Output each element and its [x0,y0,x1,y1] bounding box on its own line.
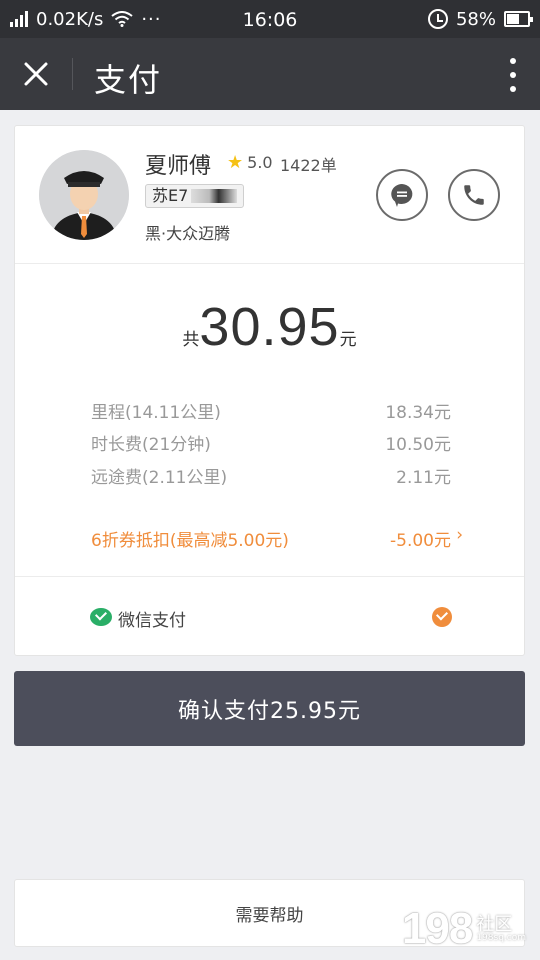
chevron-right-icon: › [456,525,463,545]
discount-value: -5.00元 [390,531,451,551]
coupon-discount-row[interactable]: 6折券抵扣(最高减5.00元) -5.00元 › [91,525,463,551]
more-menu-button[interactable] [508,58,518,92]
plate-mask [191,189,238,203]
star-icon: ★ [227,152,244,173]
driver-avatar [39,150,129,240]
watermark-logo: 198 社区 198sq.com [402,904,526,954]
driver-avatar-icon [39,150,129,240]
fee-item-long-distance: 远途费(2.11公里) 2.11元 [91,463,451,488]
total-amount: 30.95 [199,297,340,357]
fee-label: 里程(14.11公里) [91,403,221,423]
selected-check-icon[interactable] [432,607,452,627]
alarm-icon [427,9,448,29]
fee-label: 远途费(2.11公里) [91,468,228,488]
fee-item-duration: 时长费(21分钟) 10.50元 [91,430,451,455]
watermark-text: 社区 [476,913,513,935]
message-icon [391,184,413,207]
order-count: 1422单 [280,156,337,175]
total-fare: 共30.95元 [15,296,524,358]
fee-label: 时长费(21分钟) [91,435,211,455]
total-unit: 元 [339,330,357,350]
rating-value: 5.0 [247,153,273,172]
watermark-side: 社区 198sq.com [476,913,526,943]
close-button[interactable] [16,54,56,94]
battery-fill [507,14,519,24]
driver-rating: ★ 5.0 [227,152,273,173]
discount-label: 6折券抵扣(最高减5.00元) [91,531,289,551]
watermark-domain: 198sq.com [476,932,526,943]
more-vertical-icon [510,58,516,64]
wechat-pay-icon [90,608,112,626]
fee-item-distance: 里程(14.11公里) 18.34元 [91,398,451,423]
payment-card: 夏师傅 ★ 5.0 1422单 苏E7 黑·大众迈腾 共30.95元 里程(14… [14,125,525,656]
status-right: 58% [427,0,533,38]
license-plate: 苏E7 [145,184,245,208]
plate-text: 苏E7 [152,186,189,205]
payment-method-label: 微信支付 [118,611,186,631]
driver-info: 夏师傅 ★ 5.0 1422单 苏E7 黑·大众迈腾 [15,126,524,264]
driver-name: 夏师傅 [145,154,212,179]
battery-percent: 58% [455,8,496,30]
call-button[interactable] [448,169,500,221]
close-icon [24,62,48,86]
title-divider [72,58,73,90]
payment-method-row[interactable]: 微信支付 [15,576,524,656]
confirm-pay-button[interactable]: 确认支付25.95元 [14,671,525,746]
phone-icon [464,185,484,205]
fee-value: 10.50元 [385,435,451,455]
page-title: 支付 [94,61,163,99]
status-bar: 0.02K/s ··· 16:06 58% [0,0,540,38]
car-model: 黑·大众迈腾 [145,224,231,243]
fee-value: 2.11元 [396,468,451,488]
fee-value: 18.34元 [385,403,451,423]
message-button[interactable] [376,169,428,221]
title-bar: 支付 [0,38,540,110]
battery-icon [504,11,533,27]
total-prefix: 共 [182,330,200,350]
watermark-number: 198 [401,904,473,953]
